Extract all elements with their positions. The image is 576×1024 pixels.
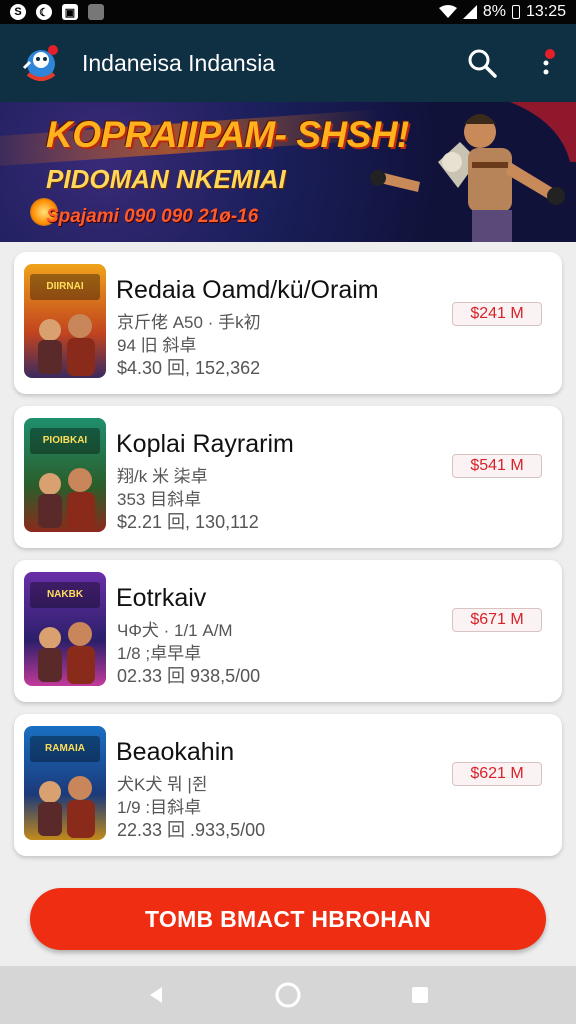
game-stats: 22.33 回 .933,5/00 (117, 820, 266, 840)
game-thumbnail-title: PIOIBKAI (30, 428, 100, 454)
game-stats: $4.30 回, 152,362 (117, 358, 261, 378)
search-icon[interactable] (466, 47, 498, 79)
game-thumbnail-title: DIIRNAI (30, 274, 100, 300)
home-icon[interactable] (273, 980, 303, 1010)
hero-character-image (360, 102, 576, 242)
recents-icon[interactable] (405, 980, 435, 1010)
game-meta-line-2: 353 目斜卓 (117, 490, 202, 509)
status-bar: S ☾ ▣ 8% 13:25 (0, 0, 576, 24)
system-nav-bar (0, 966, 576, 1024)
game-card[interactable]: PIOIBKAI Koplai Rayrarim 翔/k 米 柒卓 353 目斜… (14, 406, 562, 548)
wifi-icon (438, 5, 457, 19)
banner-subtitle: PIDOMAN NKEMIAI (46, 164, 286, 194)
game-name: Eotrkaiv (116, 584, 207, 612)
clock: 13:25 (525, 3, 566, 20)
signal-icon (462, 5, 477, 19)
game-thumbnail-title: NAKBK (30, 582, 100, 608)
game-meta-line-2: 1/9 :目斜卓 (117, 798, 202, 817)
game-stats: $2.21 回, 130,112 (117, 512, 259, 532)
game-thumbnail[interactable]: RAMAIA (24, 726, 106, 840)
notification-s-icon: S (10, 4, 26, 20)
game-thumbnail[interactable]: NAKBK (24, 572, 106, 686)
price-tag[interactable]: $671 M (452, 608, 542, 632)
game-thumbnail-title: RAMAIA (30, 736, 100, 762)
banner-date: Spajami 090 090 21ø-16 (46, 206, 259, 227)
game-card[interactable]: DIIRNAI Redaia Oamd/kü/Oraim 京斤佬 A50 · 手… (14, 252, 562, 394)
primary-action-button[interactable]: TOMB BMACT HBROHAN (30, 888, 546, 950)
image-icon: ▣ (62, 4, 78, 20)
app-title: Indaneisa Indansia (82, 49, 276, 76)
game-meta-line-1: 京斤佬 A50 · 手k初 (117, 313, 261, 332)
game-name: Redaia Oamd/kü/Oraim (116, 276, 379, 304)
game-card[interactable]: NAKBK Eotrkaiv ЧΦ犬 · 1/1 A/M 1/8 ;卓早卓 02… (14, 560, 562, 702)
game-thumbnail[interactable]: DIIRNAI (24, 264, 106, 378)
status-right: 8% 13:25 (438, 3, 566, 21)
game-meta-line-2: 1/8 ;卓早卓 (117, 644, 202, 663)
game-stats: 02.33 回 938,5/00 (117, 666, 261, 686)
game-meta-line-2: 94 旧 斜卓 (117, 336, 197, 355)
game-name: Beaokahin (116, 738, 235, 766)
app-actions (466, 47, 558, 79)
notification-moon-icon: ☾ (36, 4, 52, 20)
app-bar: Indaneisa Indansia (0, 24, 576, 102)
game-meta-line-1: 翔/k 米 柒卓 (117, 467, 208, 486)
battery-icon (511, 5, 520, 19)
notification-box-icon (88, 4, 104, 20)
game-meta-line-1: ЧΦ犬 · 1/1 A/M (117, 621, 233, 640)
game-card[interactable]: RAMAIA Beaokahin 犬Κ犬 뭐 |쥔 1/9 :目斜卓 22.33… (14, 714, 562, 856)
more-vertical-icon[interactable] (538, 47, 558, 79)
price-tag[interactable]: $621 M (452, 762, 542, 786)
price-tag[interactable]: $541 M (452, 454, 542, 478)
status-left-icons: S ☾ ▣ (10, 4, 104, 20)
promo-banner[interactable]: KOPRAIIPAM- SHSH! PIDOMAN NKEMIAI Spajam… (0, 102, 576, 242)
back-icon[interactable] (141, 980, 171, 1010)
game-name: Koplai Rayrarim (116, 430, 294, 458)
battery-level: 8% (482, 3, 506, 20)
banner-title: KOPRAIIPAM- SHSH! (46, 114, 409, 155)
mascot-logo-icon[interactable] (18, 40, 64, 86)
price-tag[interactable]: $241 M (452, 302, 542, 326)
game-thumbnail[interactable]: PIOIBKAI (24, 418, 106, 532)
game-meta-line-1: 犬Κ犬 뭐 |쥔 (117, 775, 208, 794)
